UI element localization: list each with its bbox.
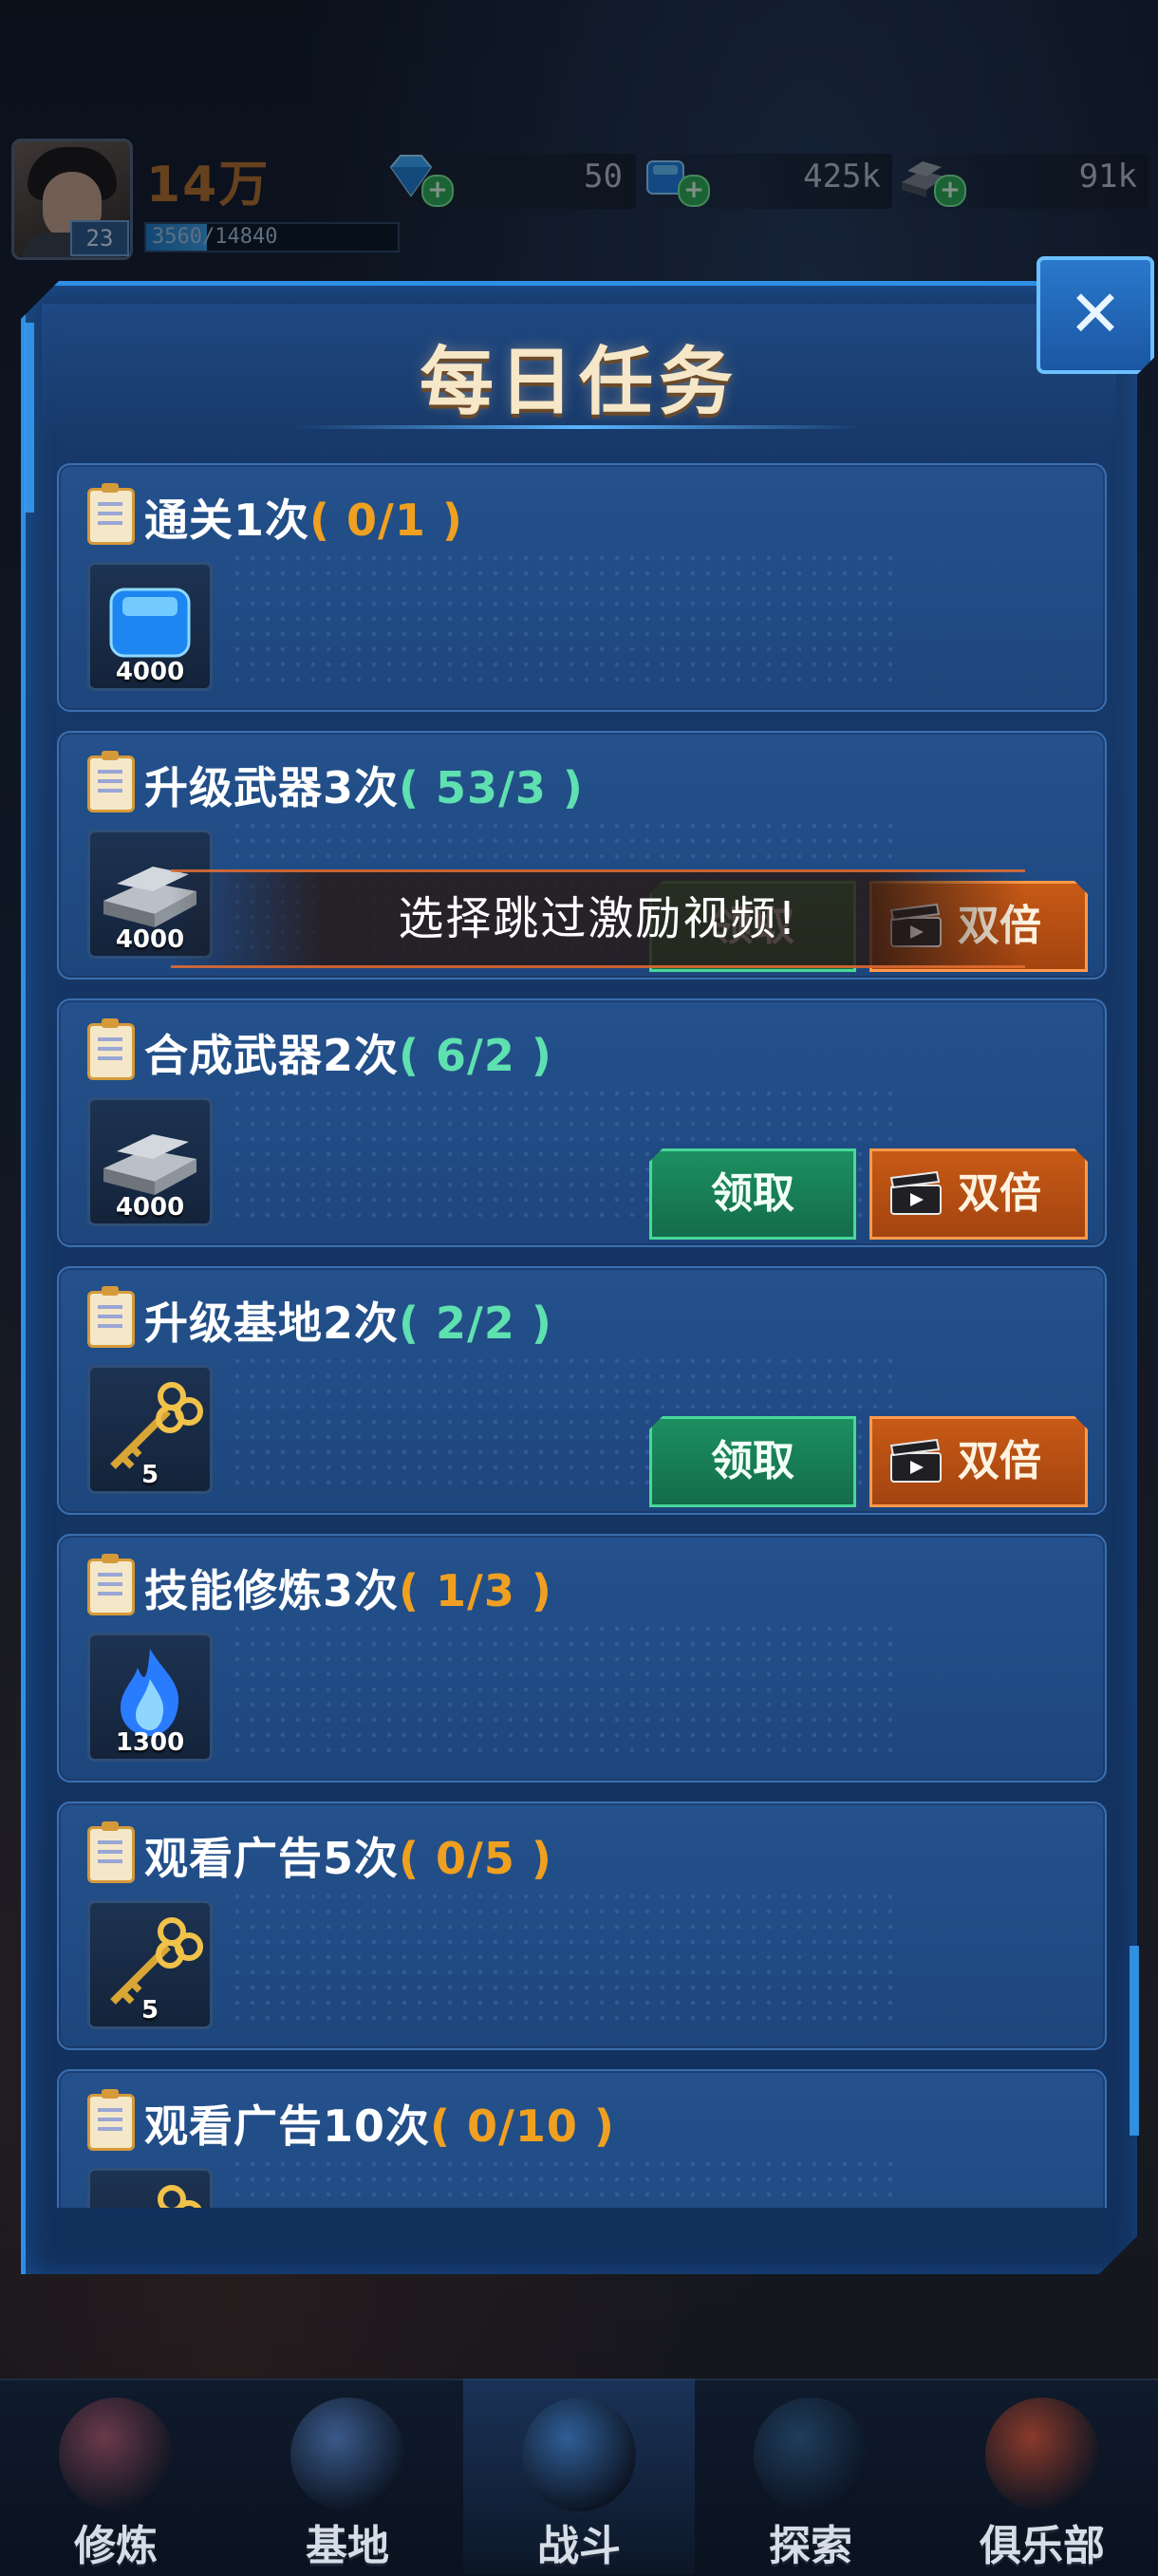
task-progress: ( 53/3 ) — [399, 762, 584, 813]
close-button[interactable]: ✕ — [1037, 256, 1154, 374]
double-label: 双倍 — [958, 1437, 1041, 1485]
task-clipboard-icon — [87, 751, 135, 812]
nav-tab[interactable]: 俱乐部 — [926, 2379, 1158, 2574]
task-card: 通关1次( 0/1 ) 4000 — [57, 463, 1107, 712]
nav-tab[interactable]: 战斗 — [463, 2379, 695, 2574]
club-icon — [985, 2398, 1099, 2511]
task-card: 观看广告10次( 0/10 ) — [57, 2069, 1107, 2208]
task-clipboard-icon — [87, 1554, 135, 1615]
double-label: 双倍 — [958, 1169, 1041, 1218]
video-clapper-icon — [887, 1170, 944, 1218]
reward-slot[interactable]: 4000 — [87, 1097, 213, 1226]
task-list[interactable]: 通关1次( 0/1 )4000升级武器3次( 53/3 )4000领取双倍合成武… — [57, 463, 1111, 2208]
task-card: 观看广告5次( 0/5 ) 5 — [57, 1801, 1107, 2050]
title-divider — [294, 425, 864, 429]
dialog-edge-deco — [1130, 1946, 1139, 2136]
task-clipboard-icon — [87, 1286, 135, 1348]
close-icon: ✕ — [1068, 277, 1123, 352]
cultivate-icon — [59, 2398, 173, 2511]
task-clipboard-icon — [87, 1018, 135, 1080]
task-title: 通关1次( 0/1 ) — [144, 486, 463, 549]
nav-tab-label: 战斗 — [537, 2522, 621, 2570]
dialog-edge-deco — [25, 323, 34, 513]
task-clipboard-icon — [87, 483, 135, 545]
nav-tab[interactable]: 修炼 — [0, 2379, 232, 2574]
nav-tab-label: 探索 — [769, 2522, 852, 2570]
task-progress: ( 0/10 ) — [430, 2100, 615, 2152]
reward-quantity: 1300 — [115, 1728, 185, 1757]
claim-label: 领取 — [711, 1437, 794, 1485]
task-clipboard-icon — [87, 1821, 135, 1883]
nav-tab-label: 修炼 — [74, 2522, 158, 2570]
task-progress: ( 1/3 ) — [399, 1565, 552, 1616]
task-card: 技能修炼3次( 1/3 ) 1300 — [57, 1534, 1107, 1783]
card-grid-deco — [230, 2156, 894, 2208]
reward-quantity: 5 — [140, 1996, 159, 2025]
task-name: 观看广告5次 — [144, 1833, 400, 1884]
task-progress: ( 6/2 ) — [399, 1030, 552, 1081]
battle-icon — [522, 2398, 636, 2511]
reward-slot[interactable]: 5 — [87, 1365, 213, 1494]
reward-quantity: 4000 — [115, 658, 185, 686]
task-title: 合成武器2次( 6/2 ) — [144, 1021, 552, 1084]
explore-icon — [754, 2398, 868, 2511]
task-progress: ( 2/2 ) — [399, 1297, 552, 1349]
task-title: 升级基地2次( 2/2 ) — [144, 1289, 552, 1352]
card-grid-deco — [230, 1889, 894, 2031]
task-name: 观看广告10次 — [144, 2100, 431, 2152]
base-icon — [290, 2398, 404, 2511]
task-name: 通关1次 — [144, 495, 310, 546]
reward-slot[interactable] — [87, 2168, 213, 2208]
reward-quantity: 4000 — [115, 1193, 185, 1222]
nav-tab-label: 俱乐部 — [980, 2522, 1105, 2570]
double-reward-button[interactable]: 双倍 — [869, 1148, 1088, 1240]
task-name: 升级武器3次 — [144, 762, 400, 813]
reward-slot[interactable]: 1300 — [87, 1633, 213, 1762]
task-name: 合成武器2次 — [144, 1030, 400, 1081]
task-title: 技能修炼3次( 1/3 ) — [144, 1557, 552, 1619]
task-name: 升级基地2次 — [144, 1297, 400, 1349]
double-reward-button[interactable]: 双倍 — [869, 1416, 1088, 1507]
card-grid-deco — [230, 1621, 894, 1764]
task-card: 升级基地2次( 2/2 ) 5 领取 双倍 — [57, 1266, 1107, 1515]
task-progress: ( 0/1 ) — [309, 495, 463, 546]
reward-quantity: 5 — [140, 1461, 159, 1489]
task-progress: ( 0/5 ) — [399, 1833, 552, 1884]
video-clapper-icon — [887, 1438, 944, 1485]
nav-tab-label: 基地 — [306, 2522, 389, 2570]
nav-tab[interactable]: 探索 — [695, 2379, 926, 2574]
claim-label: 领取 — [711, 1169, 794, 1218]
claim-button[interactable]: 领取 — [649, 1148, 856, 1240]
task-title: 升级武器3次( 53/3 ) — [144, 754, 584, 816]
task-title: 观看广告10次( 0/10 ) — [144, 2092, 615, 2155]
task-name: 技能修炼3次 — [144, 1565, 400, 1616]
dialog-title: 每日任务 — [419, 340, 738, 425]
reward-slot[interactable]: 4000 — [87, 562, 213, 691]
card-grid-deco — [230, 551, 894, 693]
claim-button[interactable]: 领取 — [649, 1416, 856, 1507]
toast-message: 选择跳过激励视频! — [171, 869, 1025, 968]
task-title: 观看广告5次( 0/5 ) — [144, 1824, 552, 1887]
nav-tab[interactable]: 基地 — [232, 2379, 463, 2574]
reward-slot[interactable]: 5 — [87, 1900, 213, 2029]
task-card: 合成武器2次( 6/2 ) 4000 领取 双倍 — [57, 999, 1107, 1247]
task-clipboard-icon — [87, 2089, 135, 2151]
